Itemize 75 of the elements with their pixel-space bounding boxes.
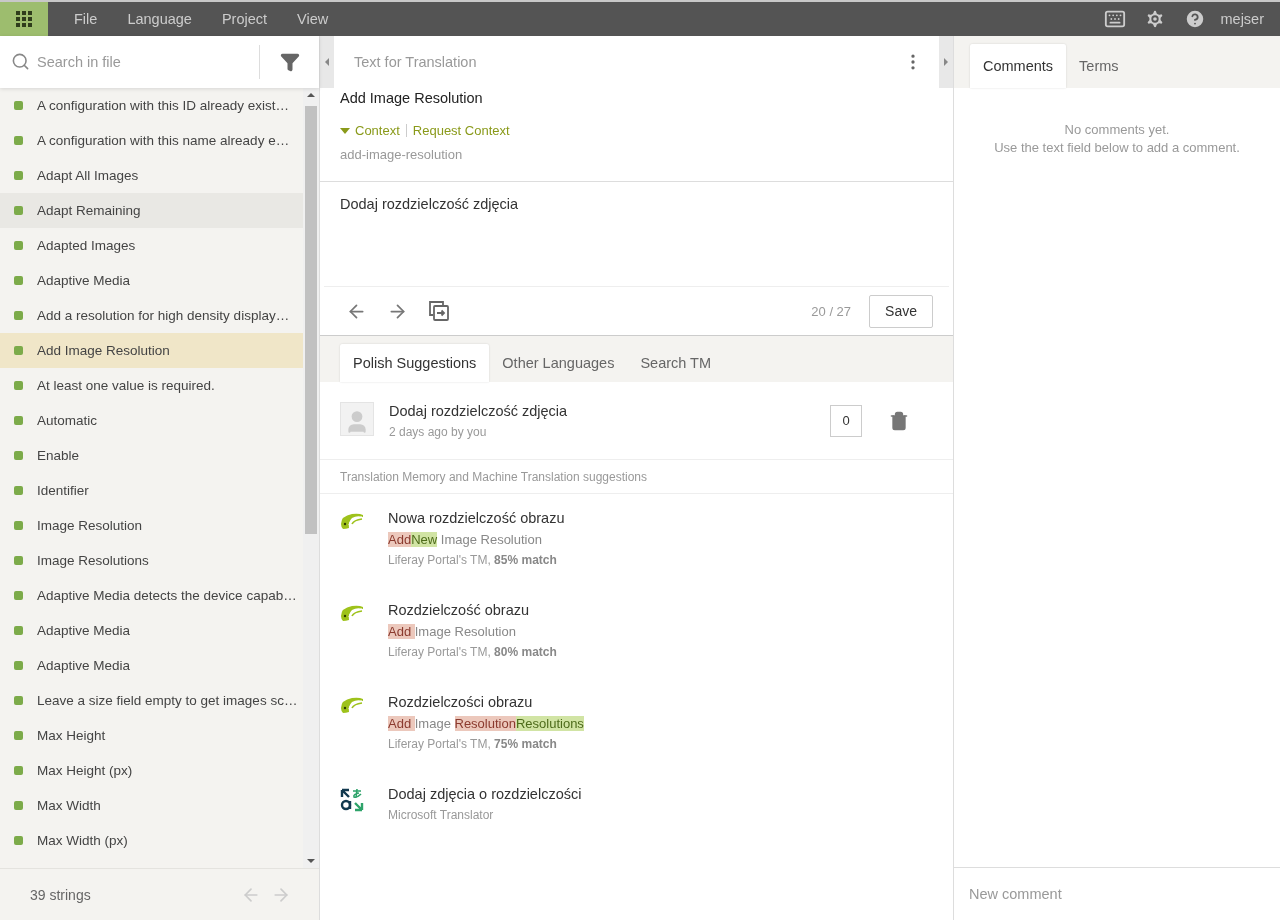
- avatar-placeholder: [340, 402, 374, 436]
- suggestion-source: Microsoft Translator: [388, 808, 495, 822]
- string-item[interactable]: Add a resolution for high density display…: [0, 298, 303, 333]
- suggestion-text: Nowa rozdzielczość obrazu: [388, 510, 566, 526]
- section-label: Translation Memory and Machine Translation suggestions: [320, 460, 953, 494]
- progress-counter: 20 / 27: [811, 303, 852, 319]
- suggestion-tab[interactable]: Polish Suggestions: [340, 344, 490, 382]
- string-item[interactable]: Image Resolutions: [0, 543, 303, 578]
- menu-item[interactable]: File: [59, 2, 113, 36]
- menu-item[interactable]: Project: [206, 2, 283, 36]
- scrollbar[interactable]: [303, 88, 319, 868]
- suggestion-tab[interactable]: Search TM: [627, 344, 725, 382]
- suggestion-item[interactable]: Rozdzielczości obrazu Add Image ResolutionResolutions Liferay Portal's TM, 75% match: [320, 678, 953, 770]
- string-item[interactable]: A configuration with this name already e…: [0, 123, 303, 158]
- string-item[interactable]: Max Width: [0, 788, 303, 823]
- source-text: Add Image Resolution: [339, 89, 484, 106]
- suggestion-text: Dodaj zdjęcia o rozdzielczości: [388, 786, 583, 802]
- string-item[interactable]: Add Image Resolution: [0, 333, 303, 368]
- source-diff: Add Image ResolutionResolutions: [388, 716, 585, 731]
- suggestion-source: Liferay Portal's TM, 75% match: [388, 737, 558, 751]
- collapse-left-toggle[interactable]: [320, 36, 334, 88]
- string-count: 39 strings: [30, 886, 92, 903]
- suggestion-text: Rozdzielczość obrazu: [388, 602, 531, 618]
- translate-icon: [340, 788, 364, 812]
- string-item[interactable]: Max Height: [0, 718, 303, 753]
- string-item[interactable]: Adaptive Media: [0, 613, 303, 648]
- string-item[interactable]: Automatic: [0, 403, 303, 438]
- crescent-logo-icon: [340, 604, 364, 624]
- collapse-right-toggle[interactable]: [939, 36, 953, 88]
- side-tab[interactable]: Comments: [970, 44, 1067, 88]
- suggestion-text: Dodaj rozdzielczość zdjęcia: [389, 402, 569, 419]
- string-item[interactable]: Image Resolution: [0, 508, 303, 543]
- source-diff: AddNew Image Resolution: [388, 532, 543, 547]
- save-button[interactable]: Save: [869, 294, 933, 328]
- string-item[interactable]: Adapt All Images: [0, 158, 303, 193]
- suggestion-item[interactable]: Dodaj zdjęcia o rozdzielczości Microsoft Translator: [320, 770, 953, 862]
- menu-item[interactable]: Language: [112, 2, 207, 36]
- string-item[interactable]: Enable: [0, 438, 303, 473]
- suggestion-item[interactable]: Nowa rozdzielczość obrazu AddNew Image Resolution Liferay Portal's TM, 85% match: [320, 494, 953, 586]
- panel-heading: Text for Translation: [354, 54, 478, 70]
- string-item[interactable]: Leave a size field empty to get images sc…: [0, 683, 303, 718]
- string-item[interactable]: Max Height (px): [0, 753, 303, 788]
- menu-item[interactable]: View: [282, 2, 344, 36]
- string-item[interactable]: Adaptive Media: [0, 648, 303, 683]
- vote-count-button[interactable]: 0: [830, 404, 862, 437]
- filter-icon[interactable]: [279, 52, 300, 72]
- suggestion-tab[interactable]: Other Languages: [489, 344, 628, 382]
- empty-message: Use the text field below to add a comment.: [993, 139, 1241, 157]
- string-item[interactable]: Adapted Images: [0, 228, 303, 263]
- crescent-logo-icon: [340, 696, 364, 716]
- help-icon[interactable]: [1184, 8, 1207, 30]
- suggestion-meta: 2 days ago by you: [389, 424, 488, 439]
- empty-message: No comments yet.: [1063, 121, 1171, 139]
- search-bar[interactable]: Search in file: [0, 36, 319, 88]
- keyboard-icon[interactable]: [1104, 8, 1127, 30]
- string-item[interactable]: Max Width (px): [0, 823, 303, 858]
- copy-source-icon[interactable]: [428, 300, 450, 322]
- user-menu[interactable]: mejser: [1220, 11, 1264, 27]
- delete-icon[interactable]: [889, 410, 909, 431]
- string-item[interactable]: Adaptive Media detects the device capab…: [0, 578, 303, 613]
- app-menu-button[interactable]: [0, 2, 48, 36]
- source-diff: Add Image Resolution: [388, 624, 517, 639]
- crescent-logo-icon: [340, 512, 364, 532]
- side-tab[interactable]: Terms: [1066, 44, 1132, 88]
- app-grid-icon: [16, 11, 32, 27]
- string-item[interactable]: Adaptive Media: [0, 263, 303, 298]
- suggestion-text: Rozdzielczości obrazu: [388, 694, 534, 710]
- suggestion-source: Liferay Portal's TM, 80% match: [388, 645, 558, 659]
- search-field[interactable]: Search in file: [0, 36, 259, 88]
- string-item[interactable]: At least one value is required.: [0, 368, 303, 403]
- string-item[interactable]: A configuration with this ID already exist…: [0, 88, 303, 123]
- suggestion-item[interactable]: Rozdzielczość obrazu Add Image Resolution Liferay Portal's TM, 80% match: [320, 586, 953, 678]
- string-item[interactable]: Adapt Remaining: [0, 193, 303, 228]
- suggestion-source: Liferay Portal's TM, 85% match: [388, 553, 558, 567]
- string-item[interactable]: Identifier: [0, 473, 303, 508]
